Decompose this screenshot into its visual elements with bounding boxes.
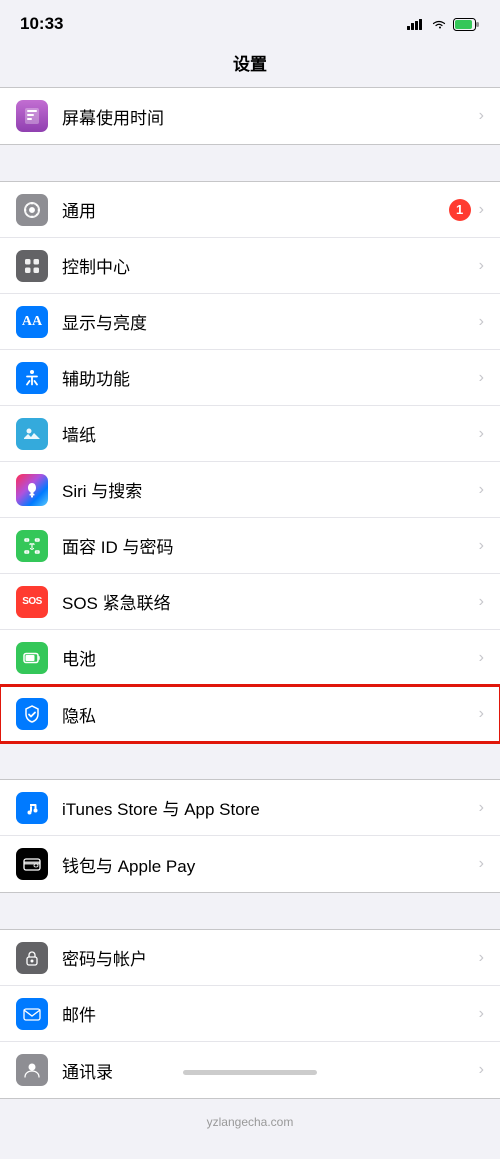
- list-item-screen-time[interactable]: 屏幕使用时间 ›: [0, 88, 500, 144]
- general-label: 通用: [62, 197, 449, 222]
- section-main: 通用 1 › 控制中心 › AA 显示与亮度 ›: [0, 181, 500, 743]
- general-badge: 1: [449, 199, 471, 221]
- page-header: 设置: [0, 44, 500, 87]
- display-icon: AA: [16, 306, 48, 338]
- itunes-chevron: ›: [479, 799, 484, 817]
- section-screen-time: 屏幕使用时间 ›: [0, 87, 500, 145]
- display-chevron: ›: [479, 313, 484, 331]
- wifi-icon: [431, 18, 447, 30]
- list-item-privacy[interactable]: 隐私 ›: [0, 686, 500, 742]
- list-item-battery[interactable]: 电池 ›: [0, 630, 500, 686]
- status-icons: [407, 18, 480, 31]
- signal-icon: [407, 18, 425, 30]
- control-center-icon: [16, 250, 48, 282]
- list-item-siri[interactable]: Siri 与搜索 ›: [0, 462, 500, 518]
- battery-label: 电池: [62, 645, 479, 670]
- screen-time-label: 屏幕使用时间: [62, 104, 479, 129]
- wallet-chevron: ›: [479, 855, 484, 873]
- list-item-wallet[interactable]: 钱包与 Apple Pay ›: [0, 836, 500, 892]
- wallpaper-chevron: ›: [479, 425, 484, 443]
- list-item-mail[interactable]: 邮件 ›: [0, 986, 500, 1042]
- section-stores: iTunes Store 与 App Store › 钱包与 Apple Pay…: [0, 779, 500, 893]
- privacy-chevron: ›: [479, 705, 484, 723]
- control-center-chevron: ›: [479, 257, 484, 275]
- faceid-chevron: ›: [479, 537, 484, 555]
- siri-icon: [16, 474, 48, 506]
- wallet-label: 钱包与 Apple Pay: [62, 852, 479, 877]
- list-item-control-center[interactable]: 控制中心 ›: [0, 238, 500, 294]
- list-item-display[interactable]: AA 显示与亮度 ›: [0, 294, 500, 350]
- list-item-general[interactable]: 通用 1 ›: [0, 182, 500, 238]
- privacy-icon: [16, 698, 48, 730]
- mail-label: 邮件: [62, 1001, 479, 1026]
- itunes-icon: [16, 792, 48, 824]
- status-time: 10:33: [20, 14, 63, 34]
- list-item-accessibility[interactable]: 辅助功能 ›: [0, 350, 500, 406]
- siri-chevron: ›: [479, 481, 484, 499]
- accessibility-chevron: ›: [479, 369, 484, 387]
- sos-label: SOS 紧急联络: [62, 589, 479, 614]
- list-item-sos[interactable]: SOS SOS 紧急联络 ›: [0, 574, 500, 630]
- gap-3: [0, 893, 500, 929]
- list-item-passwords[interactable]: 密码与帐户 ›: [0, 930, 500, 986]
- home-indicator: [183, 1070, 317, 1075]
- screen-time-chevron: ›: [479, 107, 484, 125]
- passwords-icon: [16, 942, 48, 974]
- siri-label: Siri 与搜索: [62, 477, 479, 502]
- faceid-label: 面容 ID 与密码: [62, 533, 479, 558]
- general-chevron: ›: [479, 201, 484, 219]
- watermark: yzlangecha.com: [0, 1099, 500, 1159]
- screen-time-icon: [16, 100, 48, 132]
- list-item-itunes[interactable]: iTunes Store 与 App Store ›: [0, 780, 500, 836]
- contacts-chevron: ›: [479, 1061, 484, 1079]
- battery-chevron: ›: [479, 649, 484, 667]
- wallet-icon: [16, 848, 48, 880]
- mail-chevron: ›: [479, 1005, 484, 1023]
- control-center-label: 控制中心: [62, 253, 479, 278]
- battery-icon-item: [16, 642, 48, 674]
- status-bar: 10:33: [0, 0, 500, 44]
- mail-icon: [16, 998, 48, 1030]
- list-item-wallpaper[interactable]: 墙纸 ›: [0, 406, 500, 462]
- wallpaper-label: 墙纸: [62, 421, 479, 446]
- accessibility-label: 辅助功能: [62, 365, 479, 390]
- itunes-label: iTunes Store 与 App Store: [62, 795, 479, 820]
- display-label: 显示与亮度: [62, 309, 479, 334]
- sos-icon: SOS: [16, 586, 48, 618]
- faceid-icon: [16, 530, 48, 562]
- accessibility-icon: [16, 362, 48, 394]
- passwords-label: 密码与帐户: [62, 945, 479, 970]
- contacts-icon: [16, 1054, 48, 1086]
- battery-icon: [453, 18, 480, 31]
- passwords-chevron: ›: [479, 949, 484, 967]
- wallpaper-icon: [16, 418, 48, 450]
- list-item-faceid[interactable]: 面容 ID 与密码 ›: [0, 518, 500, 574]
- gap-1: [0, 145, 500, 181]
- gap-2: [0, 743, 500, 779]
- general-icon: [16, 194, 48, 226]
- page-title: 设置: [233, 55, 267, 74]
- sos-chevron: ›: [479, 593, 484, 611]
- privacy-label: 隐私: [62, 702, 479, 727]
